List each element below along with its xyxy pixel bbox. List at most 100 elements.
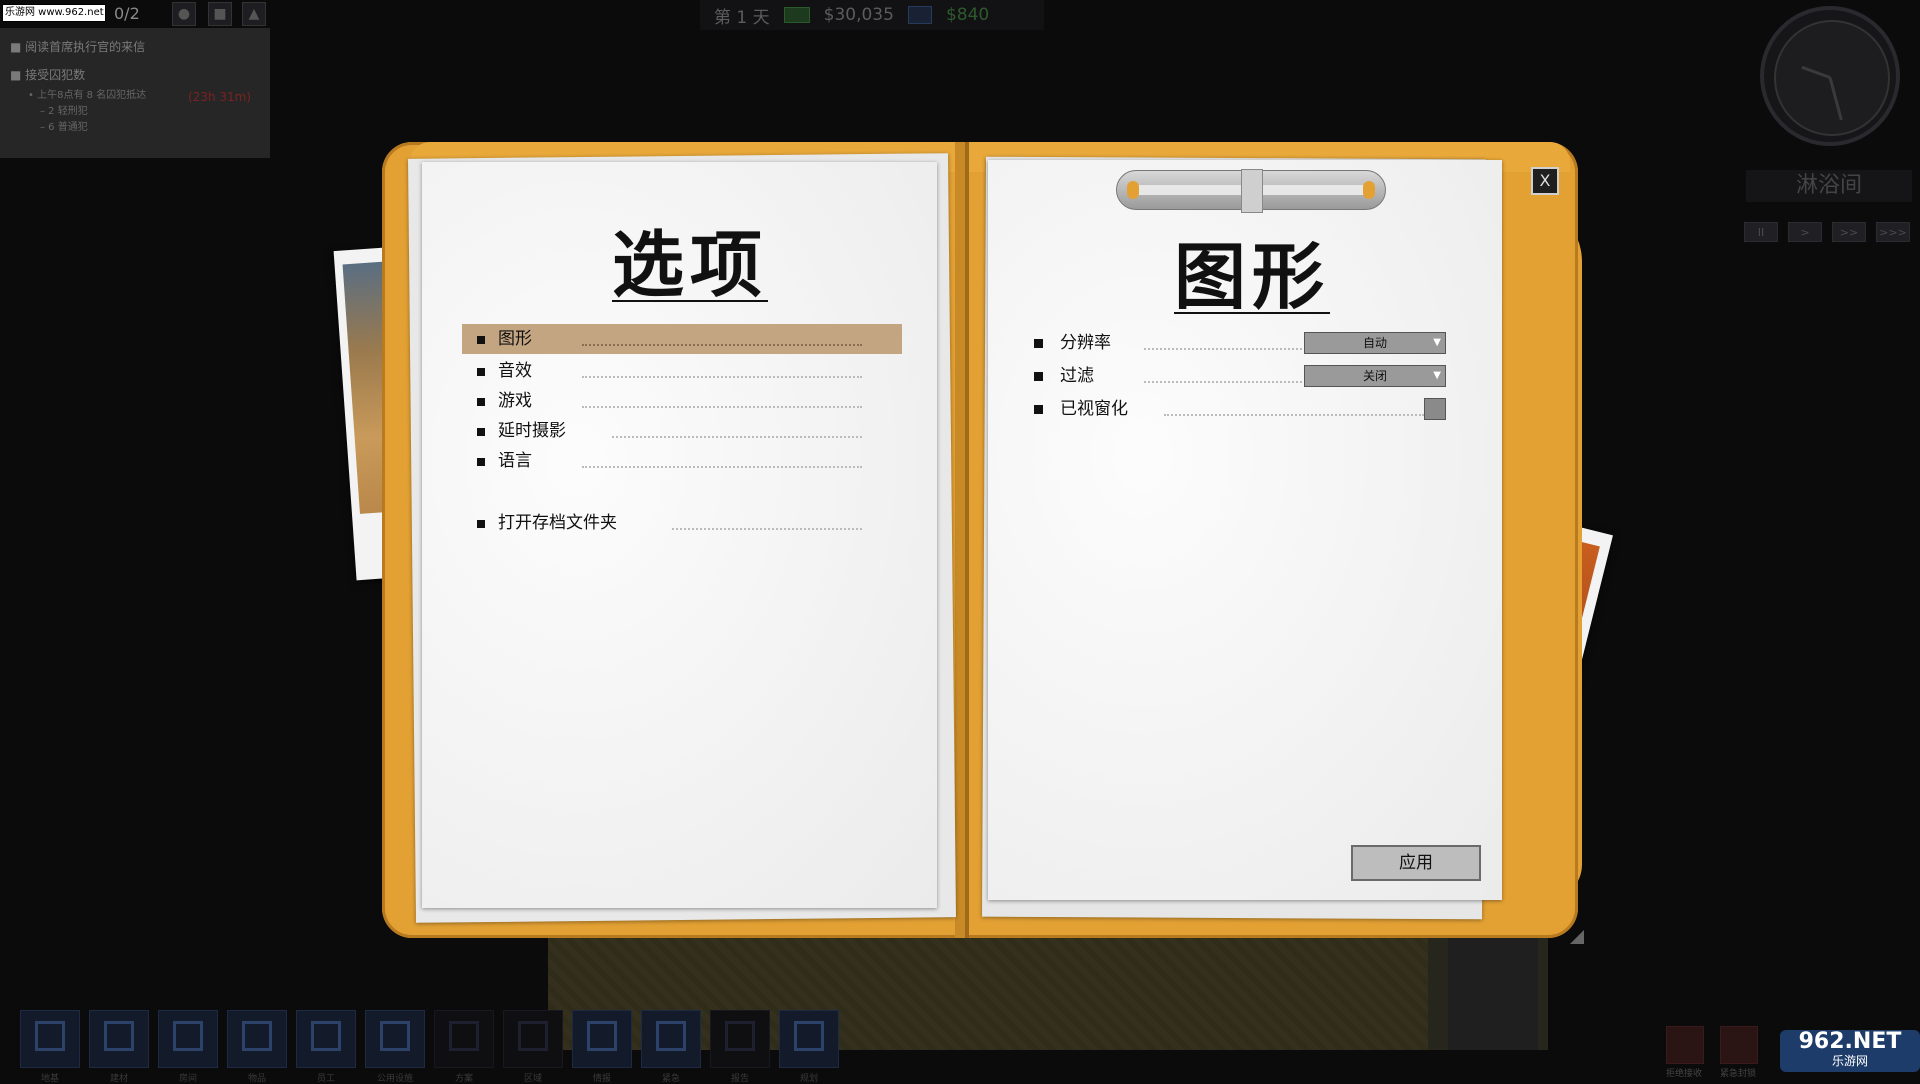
lockdown-button[interactable] xyxy=(1720,1026,1758,1064)
objective-detail: – 6 普通犯 xyxy=(40,122,88,133)
lockdown-label: 紧急封锁 xyxy=(1719,1069,1756,1079)
open-save-folder-button[interactable]: 打开存档文件夹 xyxy=(462,508,902,538)
tool-emergency[interactable]: 紧急 xyxy=(641,1010,701,1084)
speed-normal-button[interactable]: > xyxy=(1788,222,1822,242)
menu-item-label: 图形 xyxy=(498,329,532,349)
menu-item-label: 语言 xyxy=(498,451,532,471)
tool-label: 公用设施 xyxy=(376,1074,413,1084)
report-icon xyxy=(725,1021,755,1051)
clip-clasp xyxy=(1241,169,1263,213)
deny-intake-label: 拒绝接收 xyxy=(1665,1069,1702,1079)
menu-item-language[interactable]: 语言 xyxy=(462,446,902,476)
bottom-toolbar: 地基 建材 房间 物品 员工 公用设施 方案 区域 情报 紧急 报告 规划 xyxy=(0,1010,1920,1084)
objective-timer: (23h 31m) xyxy=(188,90,252,104)
bullet-icon xyxy=(1034,405,1043,414)
objective-detail: • 上午8点有 8 名囚犯抵达 xyxy=(28,90,147,101)
zones-icon xyxy=(518,1021,548,1051)
balance[interactable]: $30,035 xyxy=(824,5,894,25)
windowed-checkbox[interactable] xyxy=(1424,398,1446,420)
close-button[interactable]: X xyxy=(1531,167,1559,195)
tool-planning[interactable]: 规划 xyxy=(779,1010,839,1084)
alert-icon[interactable]: ● xyxy=(172,2,196,26)
tool-label: 报告 xyxy=(730,1074,749,1084)
object-icon xyxy=(242,1021,272,1051)
menu-item-sound[interactable]: 音效 xyxy=(462,356,902,386)
tool-label: 方案 xyxy=(454,1074,473,1084)
select-value: 关闭 xyxy=(1362,369,1387,383)
chevron-down-icon: ▼ xyxy=(1433,370,1441,381)
filter-select[interactable]: 关闭 ▼ xyxy=(1304,365,1446,387)
options-title: 选项 xyxy=(612,222,769,307)
planning-icon xyxy=(794,1021,824,1051)
objective-item[interactable]: ■ 接受囚犯数 xyxy=(10,66,85,83)
info-icon[interactable]: ■ xyxy=(208,2,232,26)
tool-zones[interactable]: 区域 xyxy=(503,1010,563,1084)
tool-intel[interactable]: 情报 xyxy=(572,1010,632,1084)
tool-label: 区域 xyxy=(523,1074,542,1084)
tool-staff[interactable]: 员工 xyxy=(296,1010,356,1084)
clip-knob xyxy=(1127,181,1139,199)
plans-icon xyxy=(449,1021,479,1051)
tool-foundations[interactable]: 地基 xyxy=(20,1010,80,1084)
options-page: 选项 图形 音效 游戏 延时摄影 语言 打开存档文件夹 xyxy=(422,162,937,908)
clock-icon xyxy=(1760,6,1900,146)
tool-plans[interactable]: 方案 xyxy=(434,1010,494,1084)
menu-item-timelapse[interactable]: 延时摄影 xyxy=(462,416,902,446)
speed-fast-button[interactable]: >> xyxy=(1832,222,1866,242)
bank-icon[interactable]: ▲ xyxy=(242,2,266,26)
options-menu: 图形 音效 游戏 延时摄影 语言 打开存档文件夹 xyxy=(462,324,902,538)
emergency-icon xyxy=(656,1021,686,1051)
tool-label: 规划 xyxy=(799,1074,818,1084)
select-value: 自动 xyxy=(1362,336,1387,350)
menu-item-graphics[interactable]: 图形 xyxy=(462,324,902,354)
speed-fastest-button[interactable]: >>> xyxy=(1876,222,1910,242)
brick-icon xyxy=(104,1021,134,1051)
tool-label: 员工 xyxy=(316,1074,335,1084)
tool-objects[interactable]: 物品 xyxy=(227,1010,287,1084)
bullet-icon xyxy=(477,368,485,376)
utilities-icon xyxy=(380,1021,410,1051)
menu-item-label: 音效 xyxy=(498,361,532,381)
pause-button[interactable]: II xyxy=(1744,222,1778,242)
bullet-icon xyxy=(477,336,485,344)
clock-face xyxy=(1774,20,1890,136)
money-icon xyxy=(783,7,810,23)
tool-label: 地基 xyxy=(40,1074,59,1084)
bullet-icon xyxy=(477,520,485,528)
menu-item-label: 游戏 xyxy=(498,391,532,411)
site-watermark: 962.NET 乐游网 xyxy=(1780,1030,1920,1072)
menu-item-game[interactable]: 游戏 xyxy=(462,386,902,416)
income[interactable]: $840 xyxy=(946,5,989,25)
objective-item[interactable]: ■ 阅读首席执行官的来信 xyxy=(10,38,145,55)
setting-resolution: 分辨率 自动 ▼ xyxy=(1034,328,1474,358)
tool-rooms[interactable]: 房间 xyxy=(158,1010,218,1084)
dot-leader xyxy=(582,344,862,346)
dot-leader xyxy=(1164,414,1424,416)
tool-reports[interactable]: 报告 xyxy=(710,1010,770,1084)
tool-materials[interactable]: 建材 xyxy=(89,1010,149,1084)
dot-leader xyxy=(582,406,862,408)
menu-item-label: 延时摄影 xyxy=(498,421,566,441)
door-icon xyxy=(173,1021,203,1051)
setting-label: 过滤 xyxy=(1060,366,1094,386)
apply-button[interactable]: 应用 xyxy=(1351,845,1481,881)
watermark-sub: 乐游网 xyxy=(1831,1054,1868,1068)
dot-leader xyxy=(582,466,862,468)
resolution-select[interactable]: 自动 ▼ xyxy=(1304,332,1446,354)
objective-detail: – 2 轻刑犯 xyxy=(40,106,88,117)
graphics-page: 图形 分辨率 自动 ▼ 过滤 关闭 ▼ 已视窗化 xyxy=(988,160,1502,900)
dot-leader xyxy=(582,376,862,378)
trend-icon xyxy=(907,6,932,24)
tool-label: 物品 xyxy=(247,1074,266,1084)
clip-knob xyxy=(1363,181,1375,199)
bullet-icon xyxy=(477,428,485,436)
resize-handle-icon[interactable] xyxy=(1570,930,1584,944)
objective-count: 0/2 xyxy=(114,4,140,23)
deny-intake-button[interactable] xyxy=(1666,1026,1704,1064)
tool-label: 房间 xyxy=(178,1074,197,1084)
tool-utilities[interactable]: 公用设施 xyxy=(365,1010,425,1084)
setting-windowed: 已视窗化 xyxy=(1034,394,1474,424)
bullet-icon xyxy=(477,458,485,466)
day-label: 第 1 天 xyxy=(714,7,770,28)
bullet-icon xyxy=(1034,339,1043,348)
